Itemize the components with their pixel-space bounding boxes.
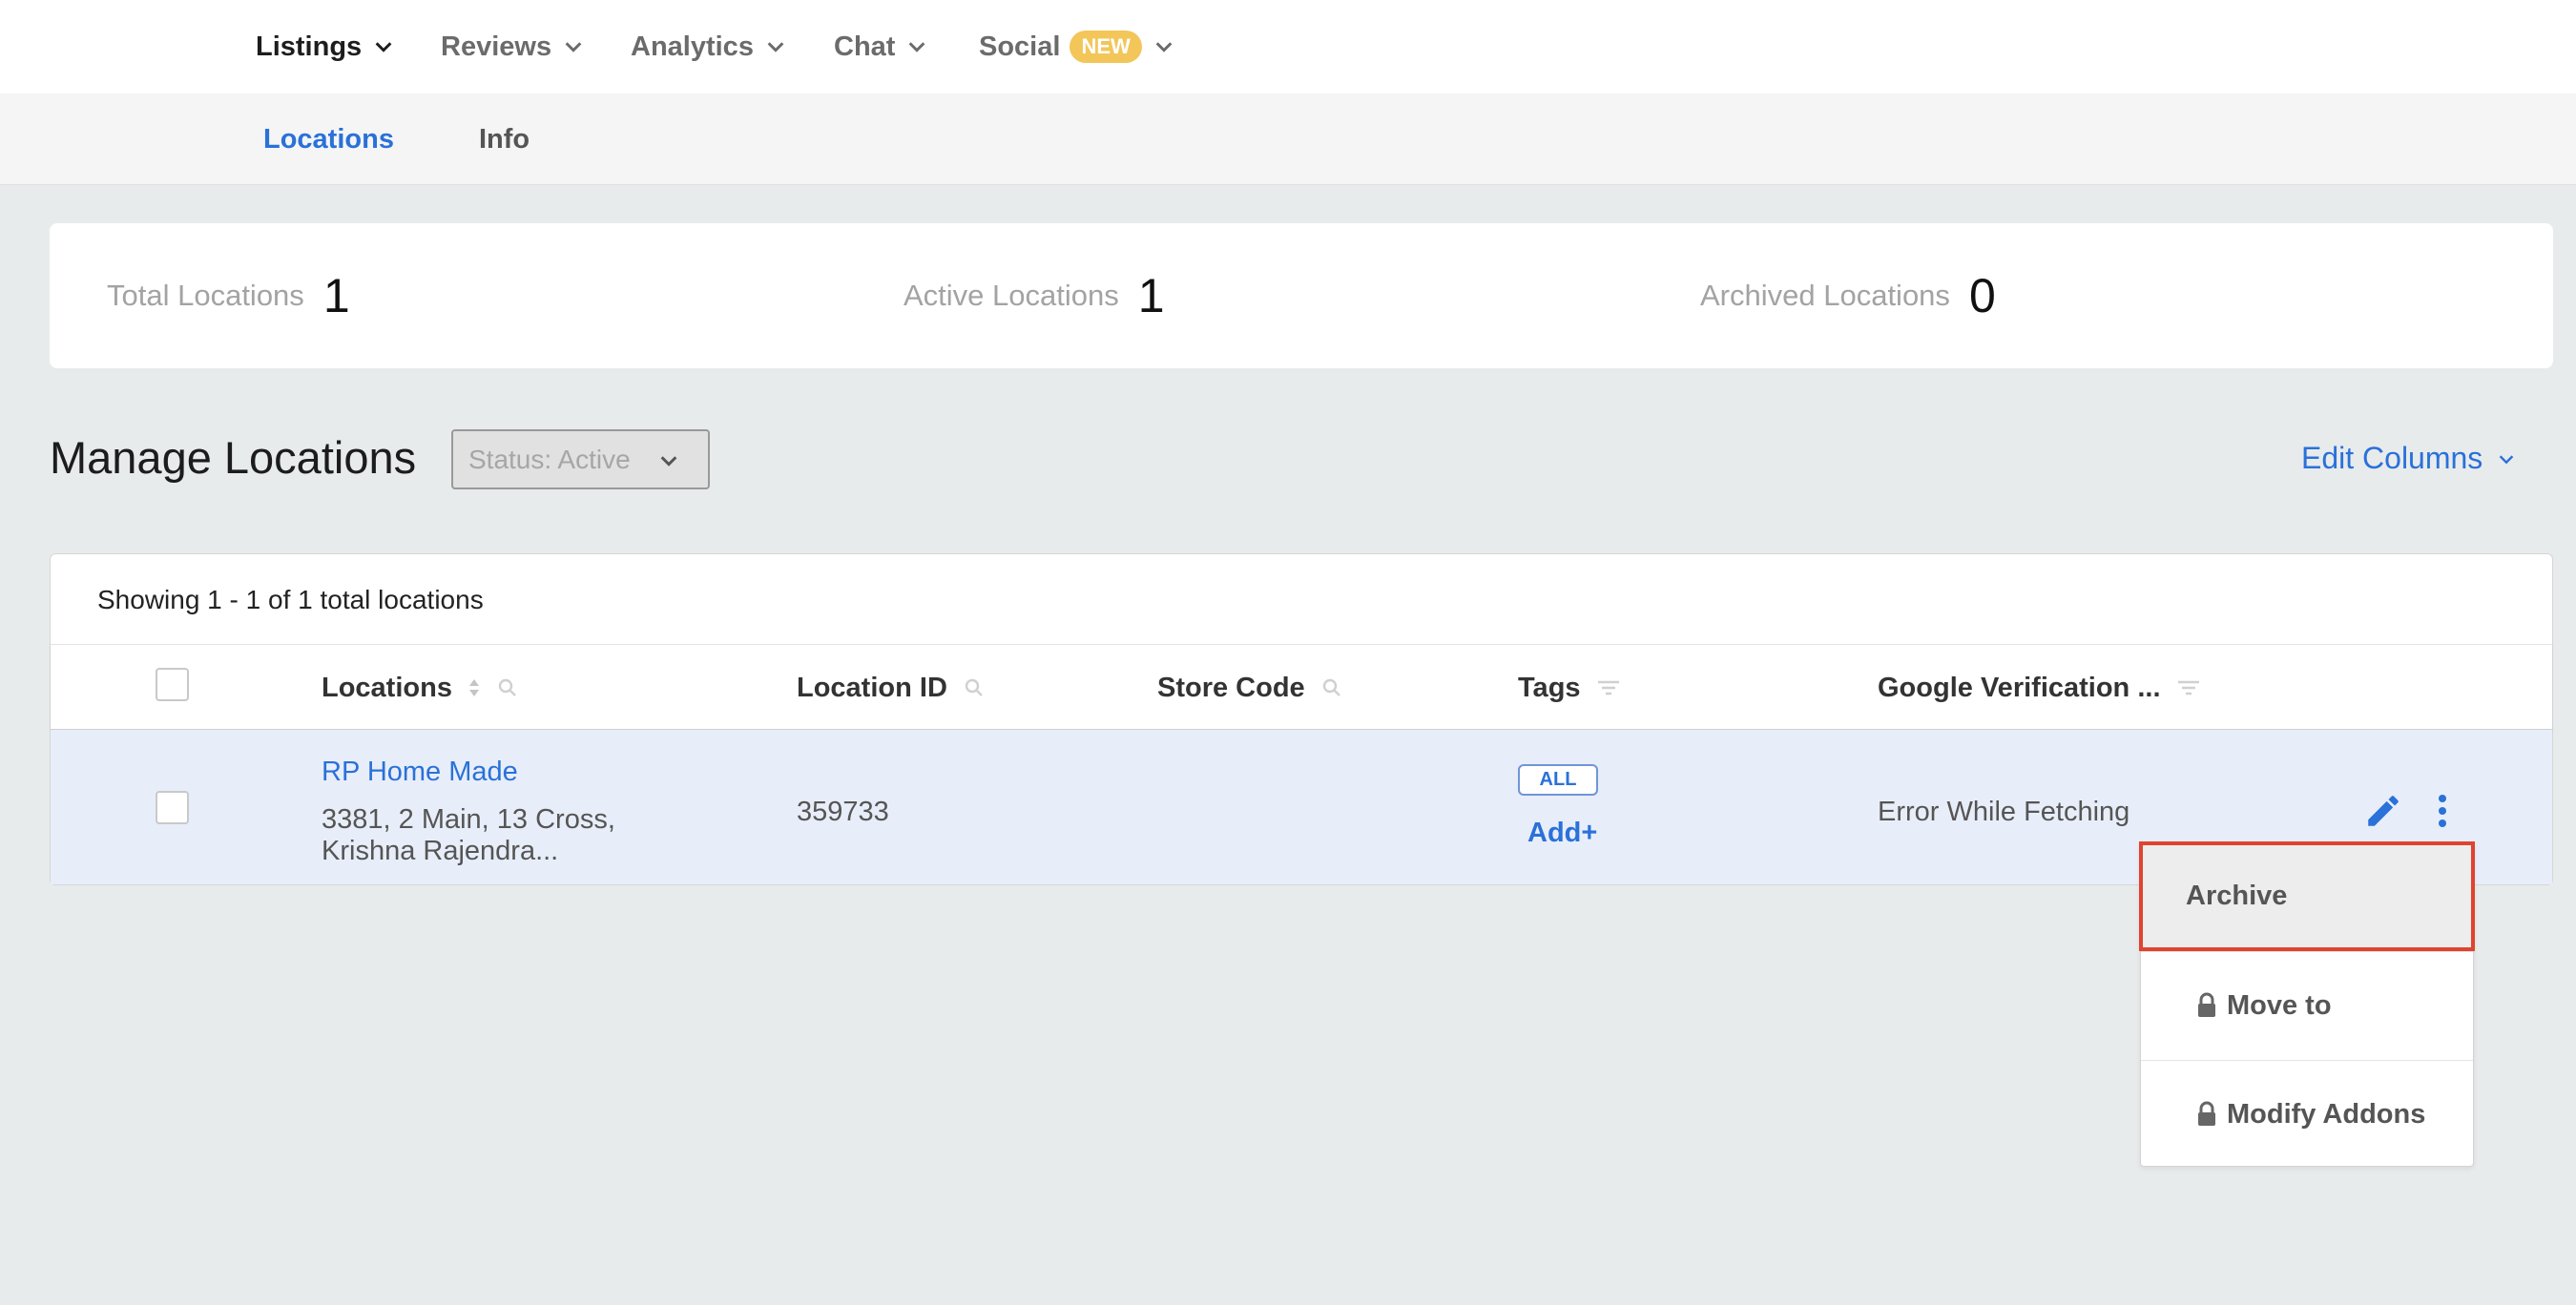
chevron-down-icon bbox=[2500, 454, 2514, 464]
column-header-label: Google Verification ... bbox=[1878, 672, 2161, 703]
nav-analytics-label: Analytics bbox=[631, 31, 754, 62]
stat-value: 1 bbox=[322, 269, 350, 322]
menu-item-label: Move to bbox=[2227, 989, 2332, 1021]
column-header-label: Store Code bbox=[1157, 672, 1305, 703]
nav-reviews[interactable]: Reviews bbox=[441, 0, 584, 93]
table-showing-count: Showing 1 - 1 of 1 total locations bbox=[97, 585, 484, 614]
pencil-icon[interactable] bbox=[2363, 791, 2403, 831]
nav-chat[interactable]: Chat bbox=[834, 0, 927, 93]
status-filter-select[interactable]: Status: Active bbox=[451, 429, 710, 489]
locations-table: Showing 1 - 1 of 1 total locations Locat… bbox=[50, 553, 2553, 885]
tab-info[interactable]: Info bbox=[479, 93, 530, 185]
more-vertical-icon[interactable] bbox=[2434, 791, 2451, 831]
column-header-location-id[interactable]: Location ID bbox=[797, 645, 986, 731]
select-all-checkbox[interactable] bbox=[156, 668, 189, 701]
chevron-down-icon bbox=[909, 42, 925, 52]
location-id-value: 359733 bbox=[797, 797, 889, 827]
chevron-down-icon bbox=[375, 42, 392, 52]
stat-total-locations: Total Locations 1 bbox=[107, 223, 350, 368]
search-icon[interactable] bbox=[1320, 676, 1343, 699]
search-icon[interactable] bbox=[963, 676, 986, 699]
column-header-locations[interactable]: Locations bbox=[322, 645, 519, 731]
column-header-store-code[interactable]: Store Code bbox=[1157, 645, 1343, 731]
nav-listings-label: Listings bbox=[256, 31, 363, 62]
nav-social[interactable]: Social NEW bbox=[979, 0, 1174, 93]
chevron-down-icon bbox=[1155, 42, 1173, 52]
filter-icon[interactable] bbox=[1596, 678, 1621, 697]
chevron-down-icon bbox=[660, 456, 677, 467]
tab-locations[interactable]: Locations bbox=[263, 93, 394, 185]
column-header-tags[interactable]: Tags bbox=[1518, 645, 1621, 731]
lock-icon bbox=[2198, 992, 2215, 1017]
google-verification-status: Error While Fetching bbox=[1878, 797, 2130, 827]
lock-icon bbox=[2198, 1101, 2215, 1126]
menu-item-label: Archive bbox=[2186, 881, 2288, 911]
search-icon[interactable] bbox=[496, 676, 519, 699]
row-checkbox[interactable] bbox=[156, 791, 189, 824]
table-header: Locations Location ID Store Code Tags Go… bbox=[51, 644, 2552, 730]
sort-icon[interactable] bbox=[467, 676, 481, 699]
stat-archived-locations: Archived Locations 0 bbox=[1700, 223, 1996, 368]
sub-nav: Locations Info bbox=[0, 93, 2576, 185]
column-header-google-verification[interactable]: Google Verification ... bbox=[1878, 645, 2201, 731]
edit-columns-button[interactable]: Edit Columns bbox=[2301, 441, 2517, 476]
stat-value: 1 bbox=[1137, 269, 1165, 322]
stat-label: Archived Locations bbox=[1700, 279, 1950, 312]
location-name-link[interactable]: RP Home Made bbox=[322, 757, 518, 788]
status-filter-value: Status: Active bbox=[468, 444, 631, 474]
column-header-label: Location ID bbox=[797, 672, 947, 703]
new-badge: NEW bbox=[1070, 31, 1142, 63]
nav-chat-label: Chat bbox=[834, 31, 896, 62]
tag-all-badge[interactable]: ALL bbox=[1518, 764, 1598, 796]
stat-value: 0 bbox=[1968, 269, 1996, 322]
nav-listings[interactable]: Listings bbox=[256, 0, 394, 93]
page-title: Manage Locations bbox=[50, 432, 417, 483]
stat-label: Total Locations bbox=[107, 279, 304, 312]
nav-social-label: Social bbox=[979, 31, 1061, 62]
add-tag-button[interactable]: Add+ bbox=[1527, 818, 1597, 849]
nav-analytics[interactable]: Analytics bbox=[631, 0, 786, 93]
menu-item-label: Modify Addons bbox=[2227, 1098, 2426, 1130]
filter-icon[interactable] bbox=[2176, 678, 2201, 697]
column-header-label: Locations bbox=[322, 672, 452, 703]
edit-columns-label: Edit Columns bbox=[2301, 441, 2483, 475]
top-nav: Listings Reviews Analytics Chat Social N… bbox=[0, 0, 2576, 93]
stat-active-locations: Active Locations 1 bbox=[904, 223, 1165, 368]
menu-item-move-to[interactable]: Move to bbox=[2141, 951, 2473, 1059]
stats-card: Total Locations 1 Active Locations 1 Arc… bbox=[50, 223, 2553, 368]
menu-item-archive[interactable]: Archive bbox=[2139, 841, 2475, 951]
chevron-down-icon bbox=[565, 42, 582, 52]
nav-reviews-label: Reviews bbox=[441, 31, 552, 62]
stat-label: Active Locations bbox=[904, 279, 1119, 312]
location-address: 3381, 2 Main, 13 Cross, Krishna Rajendra… bbox=[322, 804, 615, 866]
row-actions-menu: Archive Move to Modify Addons bbox=[2139, 841, 2475, 1168]
menu-item-modify-addons[interactable]: Modify Addons bbox=[2141, 1060, 2473, 1168]
column-header-label: Tags bbox=[1518, 672, 1581, 703]
chevron-down-icon bbox=[767, 42, 784, 52]
